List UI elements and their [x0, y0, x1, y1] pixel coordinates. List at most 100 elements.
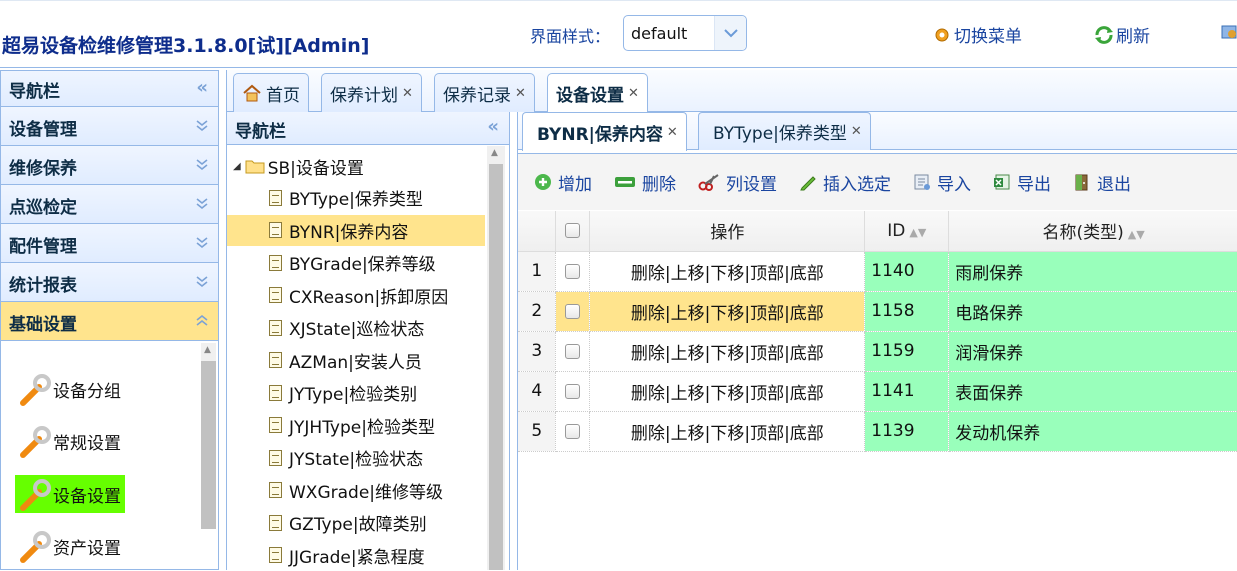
collapse-left-icon[interactable]: « [196, 77, 208, 98]
row-checkbox[interactable] [565, 263, 581, 279]
row-operations[interactable]: 删除|上移|下移|顶部|底部 [589, 331, 866, 372]
close-icon[interactable]: ✕ [402, 86, 413, 101]
expand-down-icon[interactable] [194, 234, 210, 250]
expand-down-icon[interactable] [194, 195, 210, 211]
nav-section-reports[interactable]: 统计报表 [1, 263, 218, 302]
close-icon[interactable]: ✕ [851, 124, 862, 139]
scroll-thumb[interactable] [489, 164, 503, 570]
row-checkbox-cell[interactable] [555, 371, 591, 412]
column-header-ops[interactable]: 操作 [589, 211, 866, 252]
row-operations[interactable]: 删除|上移|下移|顶部|底部 [589, 251, 866, 292]
delete-button[interactable]: 删除 [614, 170, 676, 195]
row-operations[interactable]: 删除|上移|下移|顶部|底部 [589, 291, 866, 332]
chevron-down-icon[interactable] [714, 16, 746, 50]
row-checkbox[interactable] [565, 303, 581, 319]
expand-down-icon[interactable] [194, 117, 210, 133]
nav-section-inspection[interactable]: 点巡检定 [1, 185, 218, 224]
row-checkbox-cell[interactable] [555, 411, 591, 452]
app-title: 超易设备检维修管理3.1.8.0[试][Admin] [2, 35, 370, 57]
select-all-cell[interactable] [555, 211, 591, 252]
scroll-up-icon[interactable]: ▲ [204, 345, 211, 355]
tree-expanded-icon[interactable]: ◢ [233, 161, 241, 172]
collapse-up-icon[interactable] [194, 312, 210, 328]
nav-scrollbar[interactable]: ▲ [201, 343, 216, 529]
row-operations[interactable]: 删除|上移|下移|顶部|底部 [589, 371, 866, 412]
insert-selected-button[interactable]: 插入选定 [799, 170, 891, 195]
tool-item-device-settings[interactable]: 设备设置 [15, 475, 125, 513]
table-row[interactable]: 3 删除|上移|下移|顶部|底部 1159 润滑保养 [518, 331, 1237, 372]
import-button[interactable]: 导入 [913, 170, 971, 195]
row-checkbox[interactable] [565, 383, 581, 399]
tree-scrollbar[interactable]: ▲ [487, 146, 505, 570]
add-button[interactable]: 增加 [534, 170, 592, 195]
tab-home[interactable]: 首页 [233, 73, 309, 112]
expand-down-icon[interactable] [194, 156, 210, 172]
tree-node[interactable]: JYState|检验状态 [227, 442, 485, 473]
table-row[interactable]: 4 删除|上移|下移|顶部|底部 1141 表面保养 [518, 371, 1237, 412]
row-checkbox-cell[interactable] [555, 251, 591, 292]
row-operations-text[interactable]: 删除|上移|下移|顶部|底部 [631, 344, 824, 364]
sort-icon[interactable]: ▲▼ [1128, 228, 1145, 241]
subtab-bynr[interactable]: BYNR|保养内容 ✕ [522, 112, 687, 151]
close-icon[interactable]: ✕ [628, 86, 639, 101]
tool-item-asset-settings[interactable]: 资产设置 [15, 527, 125, 565]
row-operations[interactable]: 删除|上移|下移|顶部|底部 [589, 411, 866, 452]
nav-section-equipment[interactable]: 设备管理 [1, 107, 218, 146]
tree-node[interactable]: JYType|检验类别 [227, 377, 485, 408]
table-row[interactable]: 1 删除|上移|下移|顶部|底部 1140 雨刷保养 [518, 251, 1237, 292]
scroll-up-icon[interactable]: ▲ [491, 148, 498, 158]
column-settings-button[interactable]: 列设置 [698, 170, 777, 195]
nav-section-basic-settings[interactable]: 基础设置 [1, 302, 218, 341]
tree-node[interactable]: BYGrade|保养等级 [227, 247, 485, 278]
row-checkbox-cell[interactable] [555, 291, 591, 332]
tree-node[interactable]: GZType|故障类别 [227, 507, 485, 538]
tool-item-device-group[interactable]: 设备分组 [15, 370, 125, 408]
expand-down-icon[interactable] [194, 273, 210, 289]
subtab-bytype[interactable]: BYType|保养类型 ✕ [698, 112, 871, 150]
data-grid: 操作 ID ▲▼ 名称(类型) ▲▼ 1 删除|上移|下移|顶部|底部 1140 雨刷保养… [518, 211, 1237, 452]
tree-node[interactable]: WXGrade|维修等级 [227, 475, 485, 506]
tree-node[interactable]: JJGrade|紧急程度 [227, 540, 485, 571]
column-header-name[interactable]: 名称(类型) ▲▼ [948, 211, 1237, 252]
tree-root[interactable]: ◢ SB|设备设置 [233, 152, 364, 180]
tree-node[interactable]: BYType|保养类型 [227, 182, 485, 213]
tab-maintenance-plan[interactable]: 保养计划 ✕ [321, 73, 422, 112]
tree-node[interactable]: BYNR|保养内容 [227, 214, 485, 246]
sort-icon[interactable]: ▲▼ [909, 226, 926, 239]
row-operations-text[interactable]: 删除|上移|下移|顶部|底部 [631, 264, 824, 284]
file-icon [269, 287, 282, 303]
tab-device-settings[interactable]: 设备设置 ✕ [547, 73, 648, 113]
tree-node[interactable]: CXReason|拆卸原因 [227, 280, 485, 311]
scroll-thumb[interactable] [201, 361, 216, 529]
row-operations-text[interactable]: 删除|上移|下移|顶部|底部 [631, 304, 824, 324]
tab-label: 保养计划 [330, 85, 398, 106]
switch-menu-button[interactable]: 切换菜单 [932, 22, 1022, 47]
tool-item-general-settings[interactable]: 常规设置 [15, 422, 125, 460]
minus-icon [615, 177, 635, 187]
theme-select[interactable]: default [623, 15, 747, 51]
extra-header-button[interactable] [1220, 22, 1237, 42]
close-icon[interactable]: ✕ [515, 86, 526, 101]
exit-button[interactable]: 退出 [1073, 170, 1131, 195]
table-row[interactable]: 2 删除|上移|下移|顶部|底部 1158 电路保养 [518, 291, 1237, 332]
row-checkbox-cell[interactable] [555, 331, 591, 372]
column-settings-label: 列设置 [726, 174, 777, 195]
collapse-left-icon[interactable]: « [487, 116, 499, 137]
row-checkbox[interactable] [565, 423, 581, 439]
column-header-id[interactable]: ID ▲▼ [864, 211, 950, 252]
row-operations-text[interactable]: 删除|上移|下移|顶部|底部 [631, 424, 824, 444]
tree-node[interactable]: AZMan|安装人员 [227, 345, 485, 376]
nav-section-parts[interactable]: 配件管理 [1, 224, 218, 263]
export-button[interactable]: 导出 [993, 170, 1051, 195]
delete-label: 删除 [642, 174, 676, 195]
row-operations-text[interactable]: 删除|上移|下移|顶部|底部 [631, 384, 824, 404]
close-icon[interactable]: ✕ [667, 125, 678, 140]
tab-maintenance-record[interactable]: 保养记录 ✕ [434, 73, 535, 112]
nav-section-maintenance[interactable]: 维修保养 [1, 146, 218, 185]
table-row[interactable]: 5 删除|上移|下移|顶部|底部 1139 发动机保养 [518, 411, 1237, 452]
tree-node[interactable]: JYJHType|检验类型 [227, 410, 485, 441]
tree-node[interactable]: XJState|巡检状态 [227, 312, 485, 343]
refresh-button[interactable]: 刷新 [1094, 22, 1150, 47]
select-all-checkbox[interactable] [565, 223, 581, 239]
row-checkbox[interactable] [565, 343, 581, 359]
